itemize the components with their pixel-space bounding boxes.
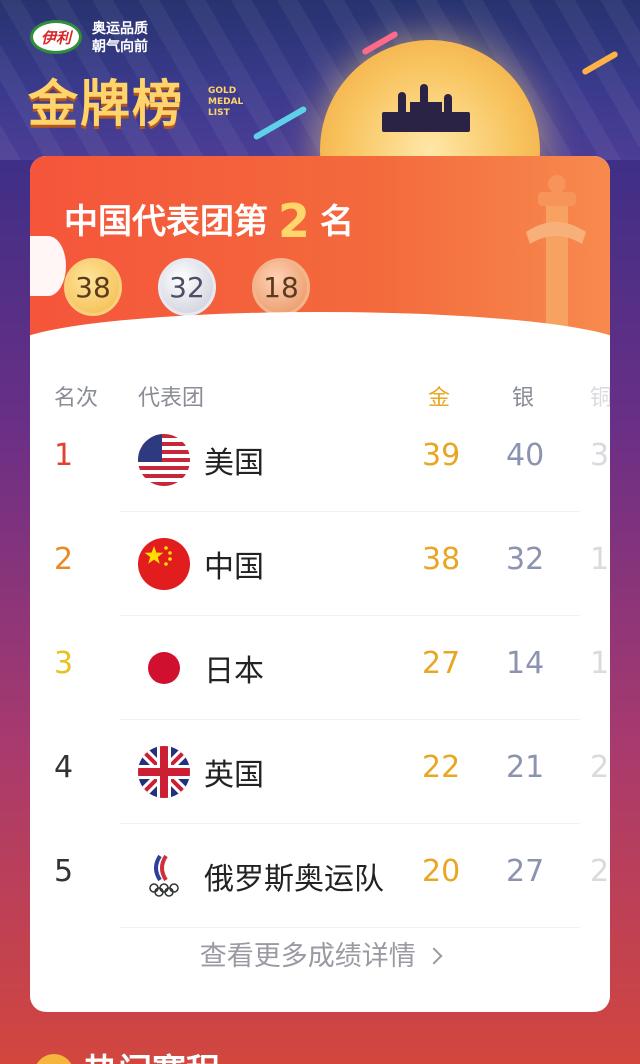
row-rank: 5	[54, 854, 74, 889]
huabiao-monument-icon	[526, 175, 586, 342]
chevron-right-icon	[425, 947, 443, 965]
china-flag-icon	[138, 538, 190, 590]
china-summary-header: 中国代表团第 2 名 38 32 18	[30, 156, 610, 372]
bronze-medal-count: 18	[252, 258, 310, 316]
row-silver: 21	[506, 750, 545, 785]
top-banner: 伊利 奥运品质 朝气向前 金牌榜 GOLD MEDAL LIST	[0, 0, 640, 160]
view-more-label: 查看更多成绩详情	[199, 941, 416, 972]
athlete-figure-icon	[398, 92, 406, 114]
subtitle-line: GOLD	[208, 86, 237, 96]
medal-table-card: 中国代表团第 2 名 38 32 18 名次 代表团 金 银 铜 1 美国 39…	[30, 156, 610, 1012]
splash-decoration	[30, 236, 66, 296]
rank-number: 2	[278, 194, 311, 248]
japan-flag-icon	[138, 642, 190, 694]
row-gold: 20	[422, 854, 461, 889]
row-rank: 3	[54, 646, 74, 681]
row-bronze: 1	[590, 542, 610, 577]
rank-suffix: 名	[320, 202, 355, 242]
row-bronze: 2	[590, 854, 610, 889]
uk-flag-icon	[138, 746, 190, 798]
row-silver: 32	[506, 542, 545, 577]
section-title: 热门赛程	[84, 1044, 220, 1064]
podium-illustration	[382, 102, 470, 132]
slogan-line: 奥运品质	[92, 21, 148, 37]
row-rank: 4	[54, 750, 74, 785]
brand-slogan: 奥运品质 朝气向前	[92, 20, 148, 56]
row-bronze: 3	[590, 438, 610, 473]
row-gold: 38	[422, 542, 461, 577]
page-title-subtitle: GOLD MEDAL LIST	[208, 86, 243, 119]
silver-medal-count: 32	[158, 258, 216, 316]
table-row[interactable]: 4 英国 22 21 2	[30, 720, 610, 824]
row-gold: 22	[422, 750, 461, 785]
china-rank-title: 中国代表团第 2 名	[64, 194, 354, 248]
row-gold: 39	[422, 438, 461, 473]
brand-logo: 伊利	[30, 20, 82, 54]
subtitle-line: MEDAL	[208, 97, 244, 107]
row-bronze: 1	[590, 646, 610, 681]
usa-flag-icon	[138, 434, 190, 486]
row-rank: 1	[54, 438, 74, 473]
row-silver: 14	[506, 646, 545, 681]
row-gold: 27	[422, 646, 461, 681]
slogan-line: 朝气向前	[92, 39, 148, 55]
gold-medal-count: 38	[64, 258, 122, 316]
section-icon	[34, 1054, 74, 1064]
view-more-link[interactable]: 查看更多成绩详情	[30, 934, 610, 973]
row-team-name: 英国	[204, 758, 264, 793]
row-team-name: 美国	[204, 446, 264, 481]
row-team-name: 俄罗斯奥运队	[204, 862, 384, 897]
hot-schedule-section: 热门赛程	[30, 1034, 610, 1064]
brand-logo-text: 伊利	[40, 28, 71, 47]
row-rank: 2	[54, 542, 74, 577]
row-silver: 40	[506, 438, 545, 473]
rank-prefix: 中国代表团第	[64, 202, 268, 242]
roc-emblem-icon	[138, 850, 190, 902]
table-row[interactable]: 3 日本 27 14 1	[30, 616, 610, 720]
table-row[interactable]: 1 美国 39 40 3	[30, 408, 610, 512]
subtitle-line: LIST	[208, 108, 230, 118]
table-row[interactable]: 5 俄罗斯奥运队 20 27 2	[30, 824, 610, 928]
row-silver: 27	[506, 854, 545, 889]
row-bronze: 2	[590, 750, 610, 785]
row-team-name: 中国	[204, 550, 264, 585]
page-title: 金牌榜	[28, 75, 184, 133]
row-team-name: 日本	[204, 654, 264, 689]
table-row[interactable]: 2 中国 38 32 1	[30, 512, 610, 616]
